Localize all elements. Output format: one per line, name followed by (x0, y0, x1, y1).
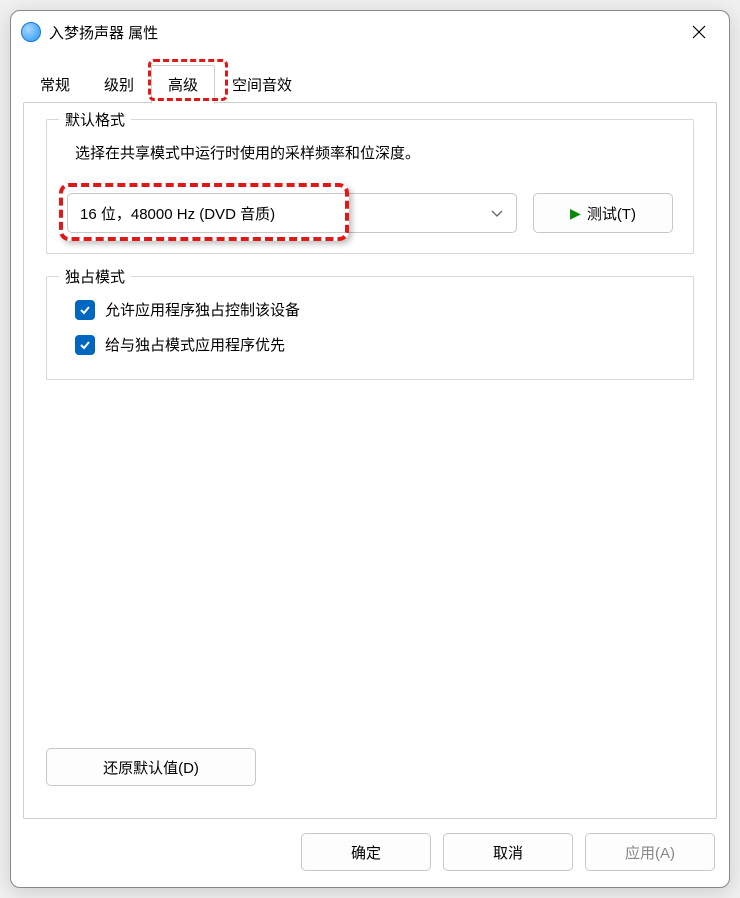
check-icon (79, 304, 91, 316)
format-row: 16 位，48000 Hz (DVD 音质) ▶ 测试(T) (67, 193, 673, 233)
checkbox-label-allow-exclusive[interactable]: 允许应用程序独占控制该设备 (105, 299, 300, 320)
ok-button-label: 确定 (351, 842, 381, 863)
apply-button[interactable]: 应用(A) (585, 833, 715, 871)
restore-defaults-button[interactable]: 还原默认值(D) (46, 748, 256, 786)
test-button-label: 测试(T) (587, 203, 636, 224)
chevron-down-icon (490, 206, 504, 220)
titlebar: 入梦扬声器 属性 (11, 11, 729, 53)
legend-default-format: 默认格式 (59, 109, 131, 130)
checkbox-allow-exclusive[interactable] (75, 300, 95, 320)
sample-format-select[interactable]: 16 位，48000 Hz (DVD 音质) (67, 193, 517, 233)
dialog-button-row: 确定 取消 应用(A) (11, 819, 729, 887)
app-icon (21, 22, 41, 42)
cancel-button[interactable]: 取消 (443, 833, 573, 871)
restore-defaults-label: 还原默认值(D) (103, 757, 199, 778)
checkbox-row-exclusive-priority: 给与独占模式应用程序优先 (67, 334, 673, 355)
check-icon (79, 339, 91, 351)
tab-levels[interactable]: 级别 (87, 65, 151, 103)
checkbox-label-exclusive-priority[interactable]: 给与独占模式应用程序优先 (105, 334, 285, 355)
tab-panel-advanced: 默认格式 选择在共享模式中运行时使用的采样频率和位深度。 16 位，48000 … (23, 102, 717, 819)
apply-button-label: 应用(A) (625, 842, 675, 863)
ok-button[interactable]: 确定 (301, 833, 431, 871)
close-icon (692, 25, 706, 39)
fieldset-default-format: 默认格式 选择在共享模式中运行时使用的采样频率和位深度。 16 位，48000 … (46, 119, 694, 254)
checkbox-exclusive-priority[interactable] (75, 335, 95, 355)
tab-advanced[interactable]: 高级 (151, 65, 215, 104)
checkbox-row-allow-exclusive: 允许应用程序独占控制该设备 (67, 299, 673, 320)
fieldset-exclusive-mode: 独占模式 允许应用程序独占控制该设备 给与独占模式应用程序优先 (46, 276, 694, 380)
window-title: 入梦扬声器 属性 (49, 22, 158, 43)
spacer (46, 402, 694, 748)
close-button[interactable] (679, 18, 719, 46)
tab-strip: 常规 级别 高级 空间音效 (23, 65, 717, 103)
sample-format-value: 16 位，48000 Hz (DVD 音质) (80, 203, 275, 224)
legend-exclusive-mode: 独占模式 (59, 266, 131, 287)
tab-spatial[interactable]: 空间音效 (215, 65, 309, 103)
default-format-description: 选择在共享模式中运行时使用的采样频率和位深度。 (67, 142, 673, 163)
tab-general[interactable]: 常规 (23, 65, 87, 103)
cancel-button-label: 取消 (493, 842, 523, 863)
content-area: 常规 级别 高级 空间音效 默认格式 选择在共享模式中运行时使用的采样频率和位深… (11, 53, 729, 819)
test-button[interactable]: ▶ 测试(T) (533, 193, 673, 233)
play-icon: ▶ (570, 205, 581, 222)
properties-dialog: 入梦扬声器 属性 常规 级别 高级 空间音效 默认格式 选择在共享模式中运行时使… (10, 10, 730, 888)
